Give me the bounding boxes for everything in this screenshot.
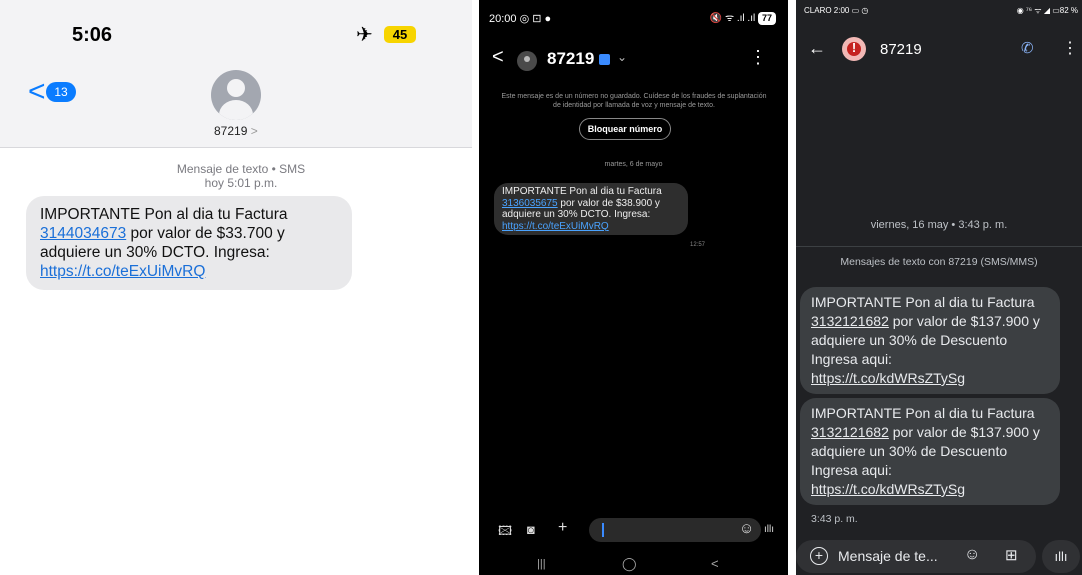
voice-icon[interactable]: ıllı bbox=[1042, 540, 1080, 573]
contact-name[interactable]: 87219 bbox=[880, 41, 922, 58]
person-body bbox=[219, 100, 253, 120]
google-messages-screen: CLARO 2:00 ▭ ◷ ◉ ⁷⁶ ᯤ ◢ ▭82 % ← 87219 ✆ … bbox=[796, 0, 1082, 575]
back-arrow-icon[interactable]: < bbox=[492, 46, 504, 69]
composer: 🖾 ◙ + ☺ ıllı bbox=[496, 518, 776, 542]
divider bbox=[796, 246, 1082, 247]
emoji-icon[interactable]: ☺ bbox=[739, 520, 754, 537]
person-icon bbox=[227, 79, 245, 97]
samsung-messages-screen: 20:00 ◎ ⊡ ● 🔇 ᯤ .ıl .ıl 77 < 87219 ⌄ ⋮ E… bbox=[479, 0, 788, 575]
back-chevron-icon[interactable]: < bbox=[28, 77, 46, 107]
message-meta: Mensaje de texto • SMS hoy 5:01 p.m. bbox=[100, 162, 382, 190]
message-time: 3:43 p. m. bbox=[811, 513, 858, 525]
ios-messages-screen: 5:06 ✈ 45 < 13 87219 > Mensaje de texto … bbox=[0, 0, 472, 575]
more-options-icon[interactable]: ⋮ bbox=[1062, 38, 1078, 58]
date-separator: viernes, 16 may • 3:43 p. m. bbox=[870, 219, 1008, 231]
message-input[interactable]: Mensaje de te... bbox=[838, 548, 938, 564]
message-input[interactable] bbox=[589, 518, 761, 542]
sim-icon bbox=[599, 54, 610, 65]
phone-number-link[interactable]: 3132121682 bbox=[811, 424, 889, 440]
more-options-icon[interactable]: ⋮ bbox=[749, 47, 767, 68]
battery-indicator: 45 bbox=[384, 26, 416, 43]
message-bubble[interactable]: IMPORTANTE Pon al dia tu Factura 3132121… bbox=[800, 287, 1060, 394]
camera-icon[interactable]: ◙ bbox=[527, 522, 535, 537]
conversation-subheader: Mensajes de texto con 87219 (SMS/MMS) bbox=[840, 256, 1038, 268]
message-text: IMPORTANTE Pon al dia tu Factura bbox=[502, 186, 662, 197]
status-bar-right: 🔇 ᯤ .ıl .ıl 77 bbox=[710, 10, 776, 25]
recents-icon[interactable]: ||| bbox=[537, 558, 546, 570]
url-link[interactable]: https://t.co/teExUiMvRQ bbox=[502, 221, 609, 232]
status-bar-left: 20:00 ◎ ⊡ ● bbox=[489, 12, 551, 25]
unread-count-badge[interactable]: 13 bbox=[46, 82, 76, 102]
phone-icon[interactable]: ✆ bbox=[1021, 39, 1034, 57]
composer: + Mensaje de te... ☺ ⊞ bbox=[796, 540, 1036, 573]
date-separator: martes, 6 de mayo bbox=[604, 161, 663, 168]
chevron-down-icon[interactable]: ⌄ bbox=[617, 50, 627, 64]
phone-number-link[interactable]: 3136035675 bbox=[502, 198, 558, 209]
signal-icons: 🔇 ᯤ .ıl .ıl bbox=[709, 13, 756, 24]
attach-icon[interactable]: ⊞ bbox=[1005, 546, 1018, 564]
notification-icons: ◎ ⊡ ● bbox=[519, 13, 552, 25]
block-number-button[interactable]: Bloquear número bbox=[579, 118, 671, 140]
add-icon[interactable]: + bbox=[558, 519, 567, 537]
spam-warning-icon[interactable] bbox=[842, 37, 866, 61]
chevron-right-icon: > bbox=[250, 124, 258, 138]
battery-indicator: 77 bbox=[758, 12, 776, 25]
url-link[interactable]: https://t.co/teExUiMvRQ bbox=[40, 263, 205, 280]
phone-number-link[interactable]: 3144034673 bbox=[40, 225, 126, 242]
status-bar-right: ◉ ⁷⁶ ᯤ ◢ ▭82 % bbox=[1016, 6, 1078, 15]
add-icon[interactable]: + bbox=[810, 547, 828, 565]
back-arrow-icon[interactable]: ← bbox=[808, 38, 826, 59]
status-bar-left: CLARO 2:00 ▭ ◷ bbox=[804, 6, 869, 15]
status-time: 5:06 bbox=[72, 24, 113, 46]
message-text: IMPORTANTE Pon al dia tu Factura bbox=[40, 206, 288, 223]
text-cursor bbox=[602, 523, 604, 537]
spam-dot bbox=[847, 42, 861, 56]
url-link[interactable]: https://t.co/kdWRsZTySg bbox=[811, 481, 965, 497]
status-time: 20:00 bbox=[489, 13, 517, 25]
voice-icon[interactable]: ıllı bbox=[764, 524, 774, 535]
url-link[interactable]: https://t.co/kdWRsZTySg bbox=[811, 370, 965, 386]
message-bubble[interactable]: IMPORTANTE Pon al dia tu Factura 3136035… bbox=[494, 183, 688, 235]
message-type-label: Mensaje de texto • SMS bbox=[176, 162, 306, 176]
navigation-bar: ||| ◯ < bbox=[479, 554, 788, 575]
home-icon[interactable]: ◯ bbox=[622, 556, 637, 572]
contact-name[interactable]: 87219 bbox=[547, 49, 594, 69]
contact-name-text: 87219 bbox=[214, 124, 248, 138]
back-icon[interactable]: < bbox=[711, 556, 719, 571]
message-text: IMPORTANTE Pon al dia tu Factura bbox=[811, 405, 1035, 421]
avatar[interactable] bbox=[517, 51, 537, 71]
message-time: 12:57 bbox=[690, 242, 706, 248]
airplane-icon: ✈ bbox=[356, 24, 373, 46]
gallery-icon[interactable]: 🖾 bbox=[498, 522, 512, 544]
unsaved-number-warning: Este mensaje es de un número no guardado… bbox=[501, 93, 767, 109]
phone-number-link[interactable]: 3132121682 bbox=[811, 313, 889, 329]
emoji-icon[interactable]: ☺ bbox=[964, 546, 980, 564]
message-text: IMPORTANTE Pon al dia tu Factura bbox=[811, 294, 1035, 310]
message-bubble[interactable]: IMPORTANTE Pon al dia tu Factura 3144034… bbox=[26, 196, 352, 290]
message-bubble[interactable]: IMPORTANTE Pon al dia tu Factura 3132121… bbox=[800, 398, 1060, 505]
contact-name[interactable]: 87219 > bbox=[214, 124, 258, 138]
avatar[interactable] bbox=[211, 70, 261, 120]
message-timestamp: hoy 5:01 p.m. bbox=[204, 176, 278, 190]
ios-header: 5:06 ✈ 45 < 13 87219 > bbox=[0, 0, 472, 148]
